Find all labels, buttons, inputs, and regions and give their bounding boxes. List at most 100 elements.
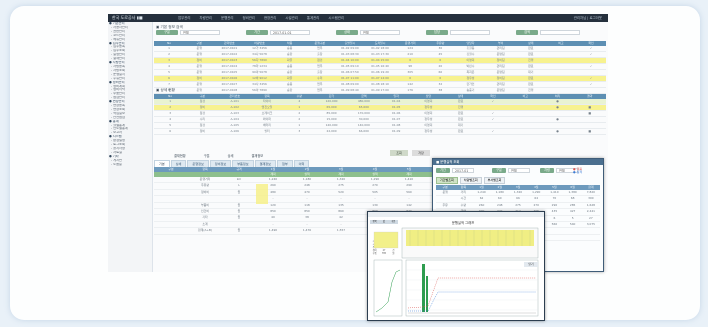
filter-date[interactable]: 2017-01-01 — [270, 30, 310, 35]
bar-mark — [426, 276, 428, 312]
table-cell: 운행 — [196, 64, 202, 68]
table-cell: 완료 — [528, 82, 534, 86]
filter-select[interactable]: 전체 — [360, 30, 400, 35]
table-cell: 5 — [168, 70, 170, 74]
table-cell — [576, 70, 606, 75]
table-cell: 0 — [439, 76, 442, 80]
table-cell: 1,628 — [586, 202, 595, 207]
menu-item[interactable]: 차량관리 — [199, 14, 211, 22]
table-cell: 운행 — [196, 88, 202, 92]
table-cell: 승합 — [286, 88, 293, 92]
table-cell: 1,410 — [550, 190, 559, 194]
menu-item[interactable]: 업무관리 — [178, 14, 190, 22]
table-cell — [541, 123, 573, 128]
menu-item[interactable]: 현장관리 — [264, 14, 276, 22]
table-cell: 01-07 11:00 — [341, 76, 359, 80]
table-cell: km — [236, 177, 242, 181]
filter-label: 구분 — [492, 168, 506, 173]
table-cell: 62 — [479, 196, 484, 201]
table-cell: 원 — [237, 215, 241, 220]
table-cell — [477, 123, 509, 128]
table-cell — [154, 203, 188, 208]
table-cell: - — [272, 221, 274, 226]
table-cell: 1,290 — [532, 190, 541, 194]
table-cell — [564, 235, 582, 240]
table-cell: A-103 — [230, 111, 239, 115]
table-cell: 70 — [552, 196, 557, 201]
table-cell: 4 — [298, 99, 301, 103]
section2-title: ▣ 상세 현황 — [156, 88, 175, 92]
tab[interactable]: 기간별조회 — [436, 177, 458, 184]
table-cell: 176 — [407, 88, 413, 92]
table-cell: 305 — [407, 70, 413, 74]
close-button[interactable]: 닫기 — [524, 262, 538, 267]
menu-item[interactable]: 운행관리 — [221, 14, 233, 22]
filter-input[interactable] — [450, 30, 490, 35]
table-cell: 0 — [439, 58, 442, 62]
filter-select[interactable]: 2017-01 — [452, 168, 474, 173]
table-cell: 20 — [438, 64, 443, 68]
table-cell: 38 — [438, 88, 443, 92]
table-cell: 1,557 — [336, 228, 346, 233]
filter-input[interactable] — [540, 30, 580, 35]
table-cell: 완료 — [528, 52, 534, 56]
filter-label: 검색 — [516, 30, 538, 35]
table-cell: 점검 — [199, 111, 206, 115]
table-cell: 2017-0103 — [221, 58, 238, 62]
table-cell: 운행 — [196, 82, 202, 86]
tab[interactable]: 차량별조회 — [459, 177, 482, 184]
save-button[interactable]: 저장 — [412, 150, 430, 156]
table-cell: 66 — [516, 196, 520, 201]
table-cell: 22,000 — [326, 129, 337, 133]
table-cell: 2 — [298, 117, 301, 121]
table-row[interactable]: 6 정비 A-106 필터 3 22,000 66,000 01-09 정우성 완료 ✓ ● ■ — [154, 129, 606, 135]
table-cell: 송중기 — [466, 88, 475, 92]
filter-bar: 구분 전체 기간 2017-01-01 상태 전체 담당 검색 — [154, 30, 606, 39]
menu-item[interactable]: 정비관리 — [242, 14, 254, 22]
menu-item[interactable]: 시스템관리 — [328, 14, 344, 22]
tab[interactable]: 부서별조회 — [483, 177, 506, 184]
table-cell: 1,490 — [268, 228, 278, 233]
table-cell: 운행 — [196, 52, 202, 56]
table-cell: 완료 — [458, 99, 464, 103]
table-cell: 01-05 — [391, 105, 401, 109]
table-cell: 정비 — [196, 76, 202, 80]
table-cell — [154, 222, 188, 227]
table-cell: ✓ — [491, 99, 495, 103]
table-cell: 01-09 17:00 — [371, 88, 389, 92]
menu-item[interactable]: 통계관리 — [307, 14, 319, 22]
table-cell: 1 — [298, 105, 301, 109]
table-cell — [509, 111, 541, 116]
table-cell: 승용 — [286, 64, 293, 68]
table-cell: 2017-0107 — [221, 82, 238, 86]
table-cell: - — [340, 196, 342, 201]
search-button[interactable]: 조회 — [390, 150, 408, 156]
table-cell: 210 — [407, 52, 413, 56]
filter-select[interactable]: 전체 — [508, 168, 530, 173]
table-cell: 140,000 — [357, 123, 370, 127]
table-cell: 관리팀 — [496, 64, 505, 68]
filter-select[interactable]: 전체 — [180, 30, 220, 35]
table-cell: A-105 — [230, 123, 239, 127]
table-cell: 56다 7890 — [252, 58, 267, 62]
table-cell: 0 — [409, 76, 412, 80]
table-cell — [222, 222, 256, 227]
table-cell: 와이퍼 — [262, 117, 271, 121]
table-cell: 270 — [533, 202, 539, 207]
table-cell: 업무 — [317, 88, 323, 92]
table-cell — [582, 235, 600, 240]
table-cell: 정비팀 — [496, 58, 505, 62]
sidebar-item[interactable]: - 도움말 — [108, 163, 152, 167]
table-cell: 01-04 10:00 — [341, 58, 359, 62]
table-cell: 2017-0101 — [221, 46, 238, 50]
table-cell — [546, 64, 576, 69]
table-cell: 2017-0105 — [221, 70, 238, 74]
table-cell: 합계(A+B) — [198, 228, 212, 233]
table-cell: 완료 — [528, 46, 534, 50]
user-info[interactable]: 관리자님 | 로그아웃 — [574, 14, 602, 22]
detail-label: 결재정보 — [251, 154, 264, 158]
menu-item[interactable]: 시설관리 — [285, 14, 297, 22]
table-cell: 2 — [169, 105, 172, 109]
table-cell: 업무 — [317, 82, 323, 86]
table-cell: 1,240 — [477, 190, 486, 194]
